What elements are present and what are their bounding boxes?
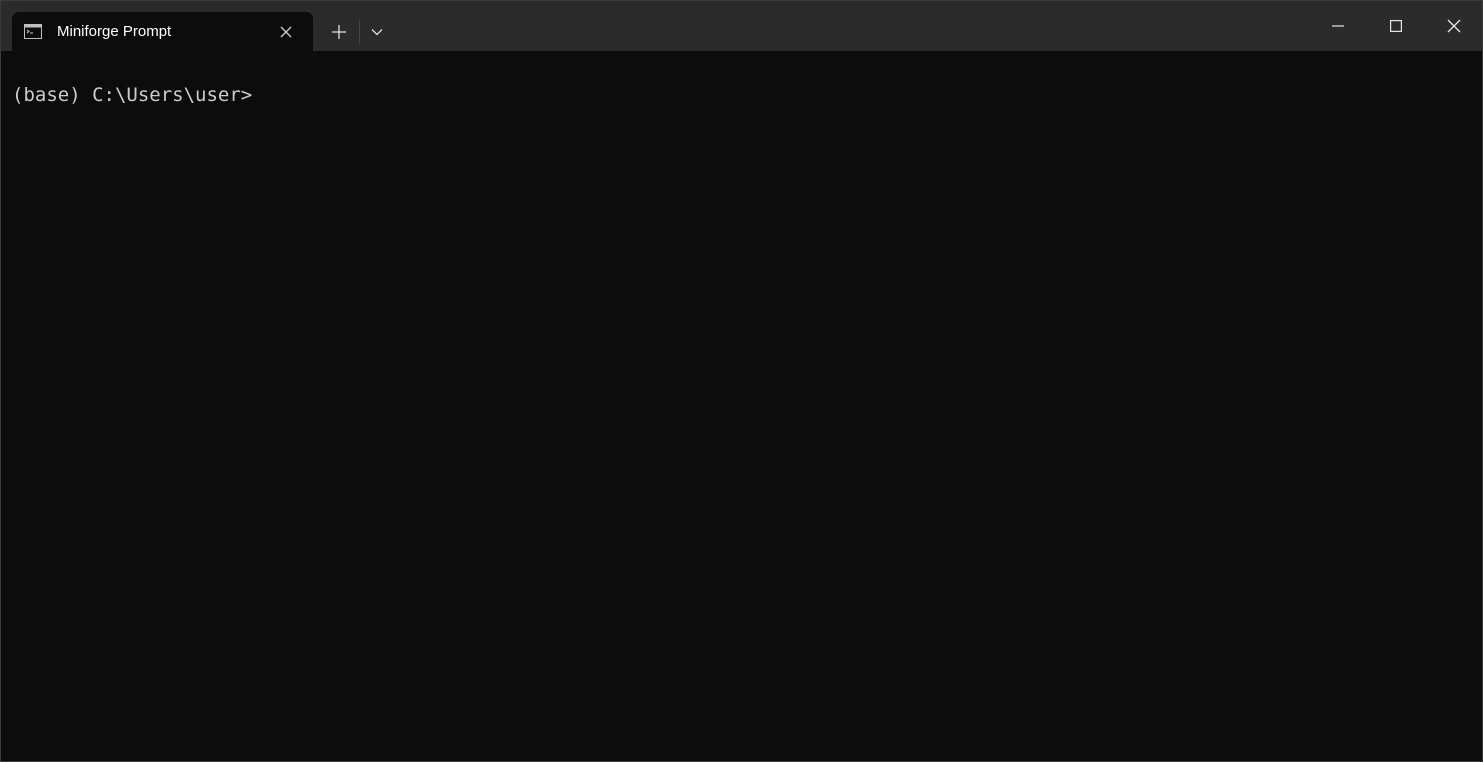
minimize-button[interactable] xyxy=(1309,1,1367,51)
close-icon[interactable] xyxy=(276,22,296,42)
tab-separator xyxy=(359,19,360,45)
plus-icon xyxy=(332,25,346,39)
profile-dropdown-button[interactable] xyxy=(361,17,393,47)
maximize-button[interactable] xyxy=(1367,1,1425,51)
close-icon xyxy=(1447,19,1461,33)
minimize-icon xyxy=(1332,25,1344,27)
maximize-icon xyxy=(1390,20,1402,32)
terminal-output[interactable]: (base) C:\Users\user> xyxy=(1,51,1482,761)
close-button[interactable] xyxy=(1425,1,1483,51)
command-prompt: (base) C:\Users\user> xyxy=(12,84,253,106)
new-tab-button[interactable] xyxy=(319,17,359,47)
terminal-icon xyxy=(24,24,42,39)
tab-title: Miniforge Prompt xyxy=(57,23,172,40)
title-bar[interactable]: Miniforge Prompt xyxy=(1,1,1482,51)
tab-miniforge-prompt[interactable]: Miniforge Prompt xyxy=(12,12,313,51)
terminal-window: Miniforge Prompt (base) C:\Users\user> xyxy=(0,0,1483,762)
chevron-down-icon xyxy=(371,29,383,36)
